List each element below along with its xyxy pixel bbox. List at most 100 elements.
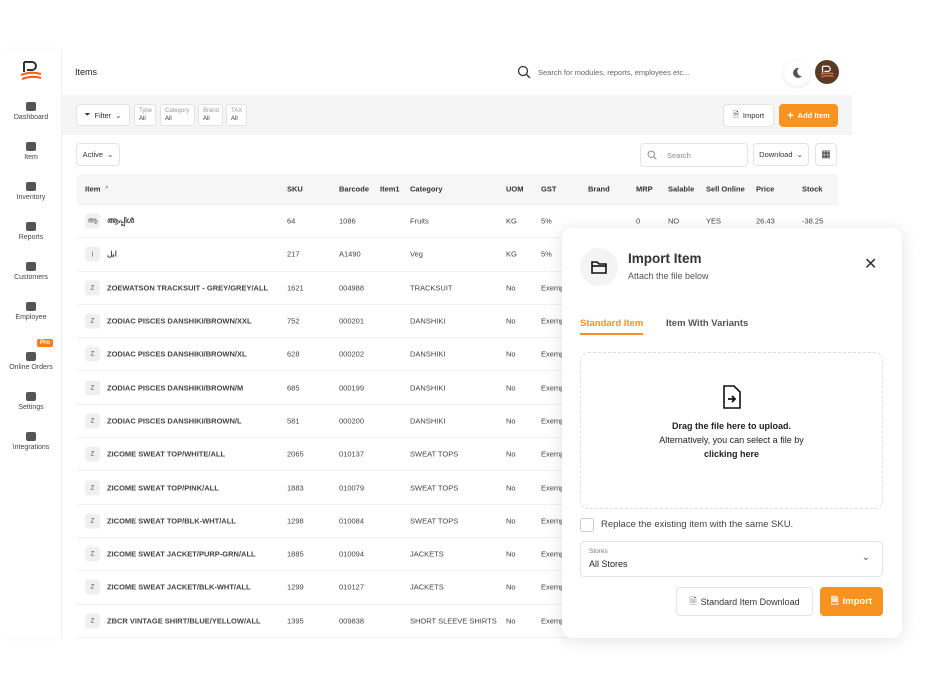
column-header[interactable]: Stock: [802, 185, 822, 194]
chip-value: All: [203, 116, 210, 122]
cell-item: ZODIAC PISCES DANSHIKI/BROWN/XL: [107, 349, 247, 359]
cell-item: ZODIAC PISCES DANSHIKI/BROWN/L: [107, 416, 242, 426]
close-icon[interactable]: ✕: [864, 254, 877, 274]
cell-item: ZICOME SWEAT TOP/BLK-WHT/ALL: [107, 516, 236, 526]
cell-barcode: 010084: [339, 516, 365, 526]
cell-item: ZODIAC PISCES DANSHIKI/BROWN/M: [107, 383, 244, 393]
column-header[interactable]: Sell Online: [706, 185, 745, 194]
cell-category: JACKETS: [410, 549, 444, 559]
column-header[interactable]: Salable: [668, 185, 694, 194]
file-drop-zone[interactable]: Drag the file here to upload. Alternativ…: [580, 352, 883, 509]
cell-sku: 1885: [287, 549, 304, 559]
cell-stock: -38.25: [802, 216, 824, 226]
category-filter-chip[interactable]: Category All: [160, 104, 195, 126]
sidebar-item-customers[interactable]: Customers: [0, 262, 62, 281]
cell-sku: 628: [287, 349, 300, 359]
add-item-label: Add Item: [797, 111, 830, 120]
brand-filter-chip[interactable]: Brand All: [198, 104, 223, 126]
sort-asc-icon[interactable]: ^: [105, 186, 109, 192]
cell-item: ZODIAC PISCES DANSHIKI/BROWN/XXL: [107, 316, 252, 326]
table-search-input[interactable]: Search: [640, 143, 748, 167]
chip-label: Brand: [203, 108, 220, 114]
column-header[interactable]: Item1: [380, 185, 400, 194]
tax-filter-chip[interactable]: TAX All: [226, 104, 247, 126]
type-filter-chip[interactable]: Type All: [134, 104, 156, 126]
cell-barcode: 000199: [339, 383, 365, 393]
cell-uom: No: [506, 582, 516, 592]
cell-sku: 1621: [287, 283, 304, 293]
customer-icon: [26, 262, 36, 271]
column-header[interactable]: MRP: [636, 185, 653, 194]
cell-gst: 5%: [541, 216, 552, 226]
pie-icon: [26, 222, 36, 231]
avatar[interactable]: [815, 60, 839, 84]
grid-icon: ▦: [821, 149, 831, 160]
cell-sku: 752: [287, 316, 300, 326]
sidebar-item-item[interactable]: Item: [0, 142, 62, 161]
grid-view-button[interactable]: ▦: [815, 143, 837, 166]
column-header[interactable]: Brand: [588, 185, 610, 194]
chip-value: All: [231, 116, 238, 122]
column-header[interactable]: Price: [756, 185, 774, 194]
cell-category: TRACKSUIT: [410, 283, 453, 293]
import-submit-button[interactable]: 🗎 Import: [820, 587, 883, 616]
sidebar-item-integrations[interactable]: Integrations: [0, 432, 62, 451]
global-search-input[interactable]: Search for modules, reports, employees e…: [538, 68, 689, 77]
cell-item: ابل: [107, 249, 117, 259]
sidebar-item-employee[interactable]: Employee: [0, 302, 62, 321]
column-header[interactable]: Item: [85, 185, 100, 194]
cell-uom: No: [506, 349, 516, 359]
tab-standard-item[interactable]: Standard Item: [580, 318, 644, 335]
column-header[interactable]: Category: [410, 185, 443, 194]
sidebar-item-label: Dashboard: [13, 114, 49, 121]
cell-category: JACKETS: [410, 582, 444, 592]
cell-price: 26.43: [756, 216, 775, 226]
stores-select[interactable]: Stores All Stores ⌄: [580, 541, 883, 577]
add-item-button[interactable]: + Add Item: [779, 104, 838, 127]
column-header[interactable]: SKU: [287, 185, 303, 194]
app-logo[interactable]: [19, 60, 43, 82]
item-initial-badge: Z: [85, 446, 100, 462]
column-header[interactable]: Barcode: [339, 185, 369, 194]
cell-category: DANSHIKI: [410, 316, 446, 326]
sidebar-item-dashboard[interactable]: Dashboard: [0, 102, 62, 121]
import-button[interactable]: 🗎 Import: [723, 104, 774, 127]
cell-mrp: 0: [636, 216, 641, 226]
sidebar-item-label: Online Orders: [9, 364, 53, 371]
sidebar-item-inventory[interactable]: Inventory: [0, 182, 62, 201]
select-file-link[interactable]: clicking here: [581, 449, 882, 459]
cell-sku: 1299: [287, 582, 304, 592]
table-header: Item SKU Barcode Item1 Category UOM GST Brand MR…: [77, 174, 838, 205]
sidebar-item-reports[interactable]: Reports: [0, 222, 62, 241]
filter-icon: ⏷: [84, 110, 91, 119]
column-header[interactable]: GST: [541, 185, 556, 194]
column-header[interactable]: UOM: [506, 185, 524, 194]
standard-item-download-button[interactable]: 🗎 Standard Item Download: [676, 587, 813, 616]
cell-category: Fruits: [410, 216, 429, 226]
cell-barcode: 009838: [339, 616, 365, 626]
tab-item-with-variants[interactable]: Item With Variants: [666, 318, 748, 333]
cell-sku: 64: [287, 216, 296, 226]
cell-salable: NO: [668, 216, 680, 226]
download-dropdown[interactable]: Download ⌄: [753, 143, 809, 166]
item-initial-badge: Z: [85, 513, 100, 529]
filter-bar: ⏷ Filter ⌄ Type All Category All Brand All TA…: [62, 95, 852, 135]
cell-uom: No: [506, 316, 516, 326]
cell-sku: 581: [287, 416, 300, 426]
cell-barcode: 010137: [339, 449, 365, 459]
cell-category: DANSHIKI: [410, 416, 446, 426]
cell-barcode: 010127: [339, 582, 365, 592]
replace-checkbox[interactable]: [580, 518, 594, 532]
sidebar-item-settings[interactable]: Settings: [0, 392, 62, 411]
item-initial-badge: Z: [85, 546, 100, 562]
status-dropdown[interactable]: Active ⌄: [76, 143, 120, 166]
filter-button[interactable]: ⏷ Filter ⌄: [76, 104, 130, 126]
global-search[interactable]: Search for modules, reports, employees e…: [517, 65, 689, 79]
gear-icon: [26, 392, 36, 401]
cell-barcode: 000201: [339, 316, 365, 326]
import-item-modal: Import Item Attach the file below ✕ Stan…: [562, 228, 902, 638]
file-import-icon: [722, 385, 741, 409]
cell-sku: 1395: [287, 616, 304, 626]
sidebar-item-online-orders[interactable]: Online Orders Pro: [0, 339, 62, 371]
dark-mode-toggle[interactable]: [784, 60, 810, 86]
